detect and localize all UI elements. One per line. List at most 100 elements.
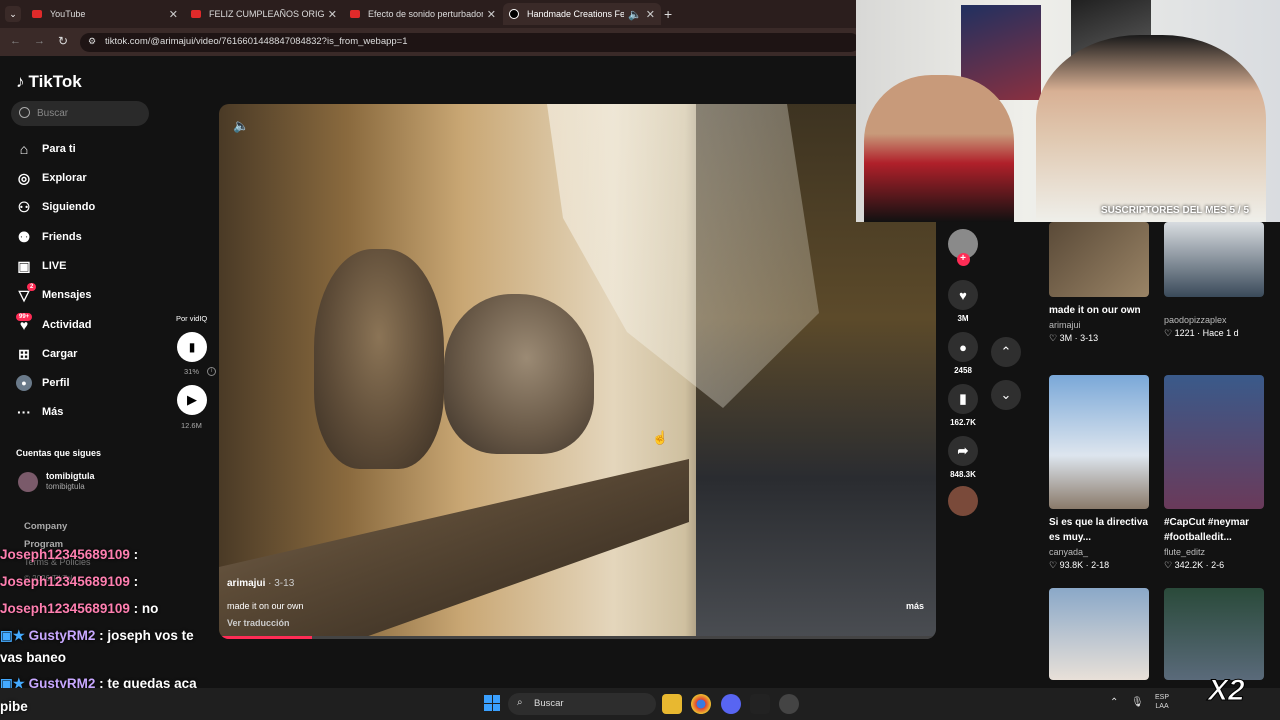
heart-outline-icon: ♡ xyxy=(1164,560,1175,570)
tray-chevron-icon[interactable]: ⌃ xyxy=(1110,697,1118,708)
video-author[interactable]: arimajui xyxy=(227,578,265,589)
youtube-icon xyxy=(32,10,42,18)
close-icon[interactable]: ✕ xyxy=(328,8,337,21)
card-thumbnail xyxy=(1049,222,1149,297)
nav-actividad[interactable]: ♥ 99+ Actividad xyxy=(16,313,92,336)
info-icon[interactable]: i xyxy=(207,367,216,376)
vidiq-percent: 31% xyxy=(184,367,200,376)
video-player[interactable]: 🔈 arimajui · 3-13 made it on our own Ver… xyxy=(219,104,936,639)
close-icon[interactable]: ✕ xyxy=(487,8,496,21)
vidiq-stats-button[interactable]: ▮ xyxy=(177,332,207,362)
forward-icon[interactable]: → xyxy=(34,35,45,47)
avatar-icon: ● xyxy=(16,375,32,391)
video-progress-fill xyxy=(219,636,313,639)
home-icon: ⌂ xyxy=(19,141,29,157)
video-window-sill xyxy=(219,459,689,639)
feed-card[interactable]: Si es que la directiva es muy... canyada… xyxy=(1049,375,1149,571)
prev-video-button[interactable]: ⌃ xyxy=(991,337,1021,367)
new-tab-button[interactable]: + xyxy=(664,6,672,22)
nav-explorar[interactable]: ◎ Explorar xyxy=(16,167,87,189)
language-indicator[interactable]: ESP LAA xyxy=(1155,693,1169,711)
file-explorer-icon[interactable] xyxy=(662,694,682,714)
nav-para-ti[interactable]: ⌂ Para ti xyxy=(16,138,76,160)
avatar[interactable] xyxy=(18,472,38,492)
card-author: flute_editz xyxy=(1164,547,1206,557)
site-info-icon[interactable]: ⚙ xyxy=(88,36,96,47)
card-thumbnail[interactable] xyxy=(1049,588,1149,680)
more-link[interactable]: más xyxy=(906,601,924,611)
close-icon[interactable]: ✕ xyxy=(646,8,655,21)
creator-avatar[interactable]: + xyxy=(945,229,981,266)
vidiq-views: 12.6M xyxy=(181,421,202,430)
comment-button[interactable]: ● 2458 xyxy=(945,332,981,375)
nav-cargar[interactable]: ⊞ Cargar xyxy=(16,343,77,365)
chevron-up-icon: ⌃ xyxy=(1000,344,1012,359)
following-name[interactable]: tomibigtula xyxy=(46,471,95,481)
heart-icon: ♥ xyxy=(948,280,978,310)
tiktok-logo[interactable]: ♪ TikTok xyxy=(16,72,82,92)
footer-company[interactable]: Company xyxy=(24,521,67,532)
discord-icon[interactable] xyxy=(721,694,741,714)
like-button[interactable]: ♥ 3M xyxy=(945,280,981,323)
nav-live[interactable]: ▣ LIVE xyxy=(16,255,66,277)
save-button[interactable]: ▮ 162.7K xyxy=(945,384,981,427)
windows-start-icon[interactable] xyxy=(484,695,500,711)
comment-icon: ● xyxy=(948,332,978,362)
search-icon xyxy=(19,107,30,118)
translate-link[interactable]: Ver traducción xyxy=(227,618,290,628)
vidiq-label: Por vidIQ xyxy=(176,314,208,323)
chat-line: Joseph12345689109 : xyxy=(0,574,139,589)
close-icon[interactable]: ✕ xyxy=(169,8,178,21)
nav-friends[interactable]: ⚉ Friends xyxy=(16,226,82,248)
next-video-button[interactable]: ⌄ xyxy=(991,380,1021,410)
tv-icon: ▣ xyxy=(17,257,31,274)
audio-app-icon[interactable] xyxy=(750,694,770,714)
search-icon: ⌕ xyxy=(517,697,523,708)
search-input[interactable]: Buscar xyxy=(11,101,149,126)
tab-tiktok[interactable]: Handmade Creations Featu🔈✕ xyxy=(503,3,661,25)
nav-mas[interactable]: ··· Más xyxy=(16,401,63,423)
mute-icon[interactable]: 🔈 xyxy=(628,8,642,21)
address-bar[interactable]: ⚙ tiktok.com/@arimajui/video/761660144884… xyxy=(80,33,860,52)
obs-icon[interactable] xyxy=(779,694,799,714)
video-progress[interactable] xyxy=(219,636,936,639)
microphone-icon[interactable]: 🎙 xyxy=(1131,697,1144,708)
streamer-right xyxy=(1036,35,1266,222)
play-icon: ▶ xyxy=(187,392,197,407)
chrome-icon[interactable] xyxy=(691,694,711,714)
back-icon[interactable]: ← xyxy=(10,35,21,47)
card-author: canyada_ xyxy=(1049,547,1089,557)
chevron-down-icon: ⌄ xyxy=(1000,387,1012,402)
tab-feliz[interactable]: FELIZ CUMPLEAÑOS ORIGINAL✕ xyxy=(185,3,343,25)
card-title: made it on our own xyxy=(1049,305,1141,316)
taskbar-search[interactable]: ⌕ Buscar xyxy=(508,693,656,715)
share-button[interactable]: ➦ 848.3K xyxy=(945,436,981,479)
video-cat-left xyxy=(314,249,444,469)
follow-plus-icon[interactable]: + xyxy=(956,253,970,266)
card-meta: ♡ 93.8K · 2-18 xyxy=(1049,560,1110,570)
nav-siguiendo[interactable]: ⚇ Siguiendo xyxy=(16,196,95,218)
tab-efecto[interactable]: Efecto de sonido perturbador ✕ xyxy=(344,3,502,25)
more-icon: ··· xyxy=(17,404,31,420)
following-handle: tomibigtula xyxy=(46,482,85,491)
music-disc-icon[interactable] xyxy=(948,486,978,516)
bar-chart-icon: ▮ xyxy=(188,340,196,354)
nav-mensajes[interactable]: ▽ 2 Mensajes xyxy=(16,283,92,306)
user-follow-icon: ⚇ xyxy=(17,198,31,215)
tab-youtube[interactable]: YouTube ✕ xyxy=(26,3,184,25)
card-thumbnail xyxy=(1049,375,1149,509)
chat-line: Joseph12345689109 : no xyxy=(0,601,159,616)
card-thumbnail[interactable] xyxy=(1164,588,1264,680)
reload-icon[interactable]: ↻ xyxy=(58,34,68,48)
nav-perfil[interactable]: ● Perfil xyxy=(16,372,70,394)
card-thumbnail xyxy=(1164,222,1264,297)
card-meta: ♡ 3M · 3-13 xyxy=(1049,333,1099,343)
tab-list-button[interactable]: ⌄ xyxy=(5,6,21,22)
feed-card[interactable]: #CapCut #neymar #footballedit... flute_e… xyxy=(1164,375,1264,571)
feed-card[interactable]: paodopizzaplex ♡ 1221 · Hace 1 d xyxy=(1164,222,1264,339)
youtube-icon xyxy=(191,10,201,18)
feed-card[interactable]: made it on our own arimajui ♡ 3M · 3-13 xyxy=(1049,222,1149,344)
volume-icon[interactable]: 🔈 xyxy=(233,118,249,134)
video-author-line: arimajui · 3-13 xyxy=(227,578,295,589)
vidiq-play-button[interactable]: ▶ xyxy=(177,385,207,415)
